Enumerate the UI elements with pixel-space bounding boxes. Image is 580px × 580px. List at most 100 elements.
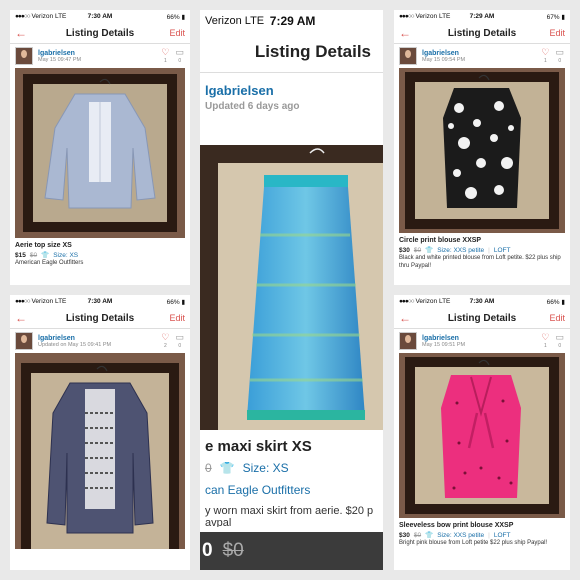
original-price: 0: [205, 461, 212, 475]
heart-icon[interactable]: ♡: [161, 47, 169, 58]
carrier-label: Verizon: [415, 298, 438, 305]
status-bar: Verizon LTE 7:29 AM: [200, 10, 383, 32]
brand-link[interactable]: American Eagle Outfitters: [10, 259, 190, 269]
nav-bar: ← Listing Details Edit: [10, 23, 190, 44]
back-arrow-icon[interactable]: ←: [15, 311, 37, 325]
price: $30: [399, 531, 410, 539]
like-count: 2: [164, 343, 167, 349]
carrier-label: Verizon: [31, 13, 54, 20]
listing-photo[interactable]: [15, 353, 185, 549]
listing-panel-pink-blouse: ●●●○○ Verizon LTE 7:30 AM 66% ▮ ← Listin…: [394, 295, 570, 570]
listing-panel-circle-blouse: ●●●○○ Verizon LTE 7:29 AM 67% ▮ ← Listin…: [394, 10, 570, 285]
comment-count: 0: [178, 343, 182, 349]
seller-name[interactable]: lgabrielsen: [422, 50, 465, 57]
edit-button[interactable]: Edit: [543, 28, 565, 38]
comment-count: 0: [558, 343, 562, 349]
heart-icon[interactable]: ♡: [541, 332, 549, 343]
listing-title: e maxi skirt XS: [205, 438, 312, 455]
nav-bar: ← Listing Details Edit: [10, 308, 190, 329]
listing-date: May 15 09:51 PM: [422, 341, 466, 348]
heart-icon[interactable]: ♡: [161, 332, 169, 343]
seller-name[interactable]: lgabrielsen: [38, 335, 111, 342]
seller-name[interactable]: lgabrielsen: [205, 83, 378, 98]
description: y worn maxi skirt from aerie. $20 p: [205, 505, 374, 517]
clock: 7:30 AM: [469, 298, 495, 305]
page-title: Listing Details: [447, 312, 517, 324]
size-label[interactable]: Size: XXS petite: [437, 247, 484, 254]
edit-button[interactable]: Edit: [163, 313, 185, 323]
listing-panel-maxi-skirt: Verizon LTE 7:29 AM Listing Details lgab…: [200, 10, 383, 570]
battery-icon: ▮: [561, 298, 565, 306]
seller-name[interactable]: lgabrielsen: [38, 50, 81, 57]
size-label[interactable]: Size: XS: [243, 461, 289, 475]
skirt-illustration: [247, 148, 365, 420]
status-bar: ●●●○○ Verizon LTE 7:30 AM 66% ▮: [10, 295, 190, 308]
listing-photo[interactable]: [399, 353, 565, 518]
listing-photo[interactable]: [399, 68, 565, 233]
carrier-label: Verizon: [31, 298, 54, 305]
avatar[interactable]: [15, 332, 33, 350]
blouse-illustration: [443, 74, 521, 208]
signal-icon: ●●●○○: [399, 298, 415, 305]
clock: 7:29 AM: [469, 13, 495, 20]
description: Bright pink blouse from Loft petite $22 …: [399, 540, 548, 546]
like-count: 1: [164, 58, 167, 64]
edit-button[interactable]: Edit: [163, 28, 185, 38]
comment-icon[interactable]: ▭: [555, 332, 564, 343]
price-row: $30 $0 👕 Size: XXS petite | LOFT: [399, 531, 511, 540]
cardigan-illustration: [46, 365, 154, 534]
carrier-label: Verizon: [205, 15, 242, 27]
status-bar: ●●●○○ Verizon LTE 7:30 AM 66% ▮: [394, 295, 570, 308]
comment-count: 0: [178, 58, 182, 64]
comment-count: 0: [558, 58, 562, 64]
listing-photo[interactable]: [15, 68, 185, 238]
size-label[interactable]: Size: XXS petite: [437, 532, 484, 539]
blouse-illustration: [44, 78, 156, 209]
comment-icon[interactable]: ▭: [175, 47, 184, 58]
avatar[interactable]: [15, 47, 33, 65]
listing-title: Sleeveless bow print blouse XXSP: [399, 522, 514, 529]
avatar[interactable]: [399, 47, 417, 65]
signal-icon: ●●●○○: [15, 298, 31, 305]
heart-icon[interactable]: ♡: [541, 47, 549, 58]
description-cont: avpal: [205, 517, 232, 527]
brand-link[interactable]: LOFT: [494, 247, 511, 254]
seller-name[interactable]: lgabrielsen: [422, 335, 465, 342]
buy-bar[interactable]: 0 $0: [200, 532, 383, 570]
listing-date: May 15 09:54 PM: [422, 56, 466, 63]
brand-link[interactable]: LOFT: [494, 532, 511, 539]
blouse-illustration: [441, 359, 521, 498]
price: $30: [399, 246, 410, 254]
battery-label: 66%: [166, 13, 180, 21]
brand-link[interactable]: can Eagle Outfitters: [200, 479, 383, 501]
battery-icon: ▮: [181, 13, 186, 21]
size-label[interactable]: Size: XS: [53, 252, 78, 259]
back-arrow-icon[interactable]: ←: [15, 26, 37, 40]
back-arrow-icon[interactable]: ←: [399, 311, 421, 325]
hanger-icon: 👕: [425, 247, 434, 254]
comment-icon[interactable]: ▭: [175, 332, 184, 343]
price-row: $15 $0 👕 Size: XS: [10, 251, 190, 260]
listing-date: May 15 09:47 PM: [38, 56, 82, 63]
bottom-price: 0: [202, 540, 213, 561]
back-arrow-icon[interactable]: ←: [399, 26, 421, 40]
battery-label: 66%: [166, 298, 180, 306]
comment-icon[interactable]: ▭: [555, 47, 564, 58]
hanger-icon: 👕: [41, 252, 50, 259]
listing-panel-cardigan: ●●●○○ Verizon LTE 7:30 AM 66% ▮ ← Listin…: [10, 295, 190, 570]
network-label: LTE: [438, 13, 451, 20]
edit-button[interactable]: Edit: [543, 313, 565, 323]
network-label: LTE: [54, 298, 67, 305]
page-title: Listing Details: [65, 27, 135, 39]
page-title: Listing Details: [65, 312, 135, 324]
avatar[interactable]: [399, 332, 417, 350]
hanger-icon: 👕: [425, 532, 434, 539]
bottom-original-price: $0: [222, 540, 244, 561]
clock: 7:29 AM: [269, 14, 316, 28]
clock: 7:30 AM: [87, 13, 113, 20]
listing-date: Updated on May 15 09:41 PM: [38, 341, 112, 348]
listing-date: Updated 6 days ago: [205, 101, 300, 112]
hanger-icon: 👕: [219, 461, 235, 475]
battery-label: 67%: [546, 13, 560, 21]
listing-photo[interactable]: [200, 145, 383, 430]
